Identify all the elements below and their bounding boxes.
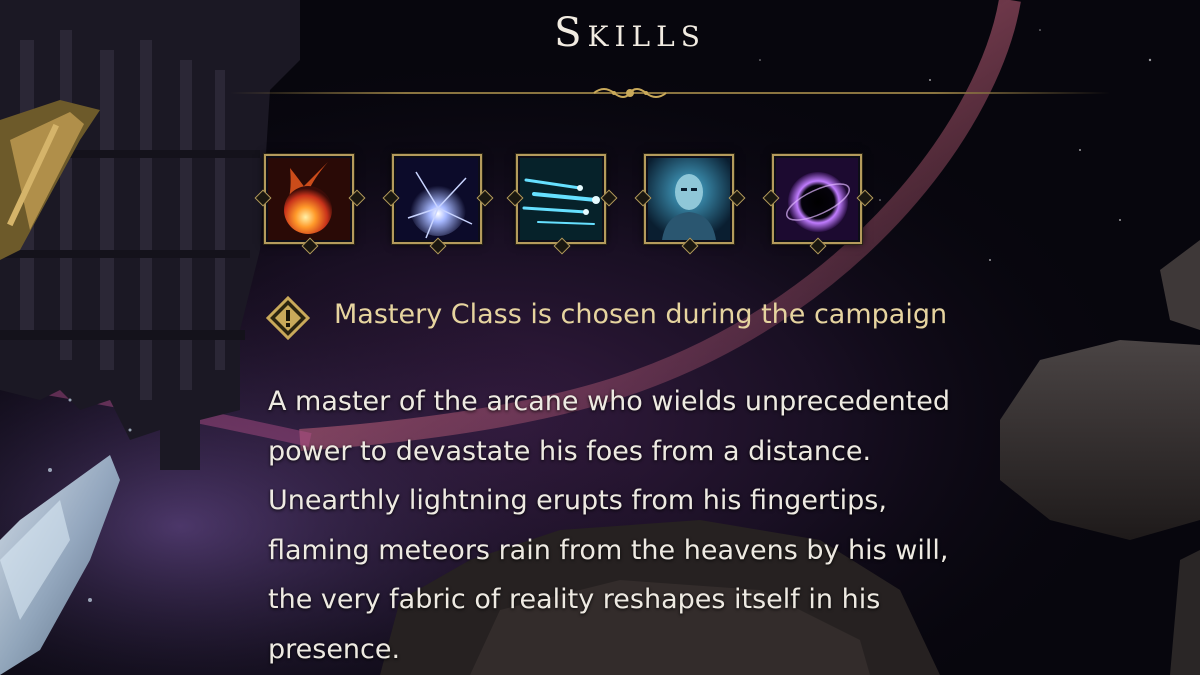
black-hole-icon [776,158,858,240]
skill-frame [264,154,354,244]
skill-frame [516,154,606,244]
description-line: presence. [268,633,401,665]
screen-title: Skills [554,10,706,56]
exclamation-diamond-icon [266,296,310,340]
skill-slot[interactable] [382,148,494,258]
skill-slot[interactable] [254,148,366,258]
description-line: power to devastate his foes from a dista… [268,435,872,467]
mastery-notice-text: Mastery Class is chosen during the campa… [334,299,948,330]
title-divider [230,92,1110,94]
skills-row [254,148,885,258]
skill-slot[interactable] [506,148,618,258]
description-line: the very fabric of reality reshapes itse… [268,584,881,615]
skill-frame [644,154,734,244]
description-line: flaming meteors rain from the heavens by… [268,534,949,566]
fireball-icon [268,158,350,240]
skill-slot[interactable] [634,148,746,258]
skill-slot[interactable] [762,148,874,258]
arcane-bolts-icon [520,158,602,240]
description-line: A master of the arcane who wields unprec… [268,386,951,417]
class-description: A master of the arcane who wields unprec… [268,377,1048,674]
skill-frame [392,154,482,244]
skill-frame [772,154,862,244]
lightning-orb-icon [396,158,478,240]
mage-portrait-icon [648,158,730,240]
description-line: Unearthly lightning erupts from his fing… [268,485,887,516]
mastery-notice: Mastery Class is chosen during the campa… [262,293,1022,341]
ornament-icon [593,88,667,98]
